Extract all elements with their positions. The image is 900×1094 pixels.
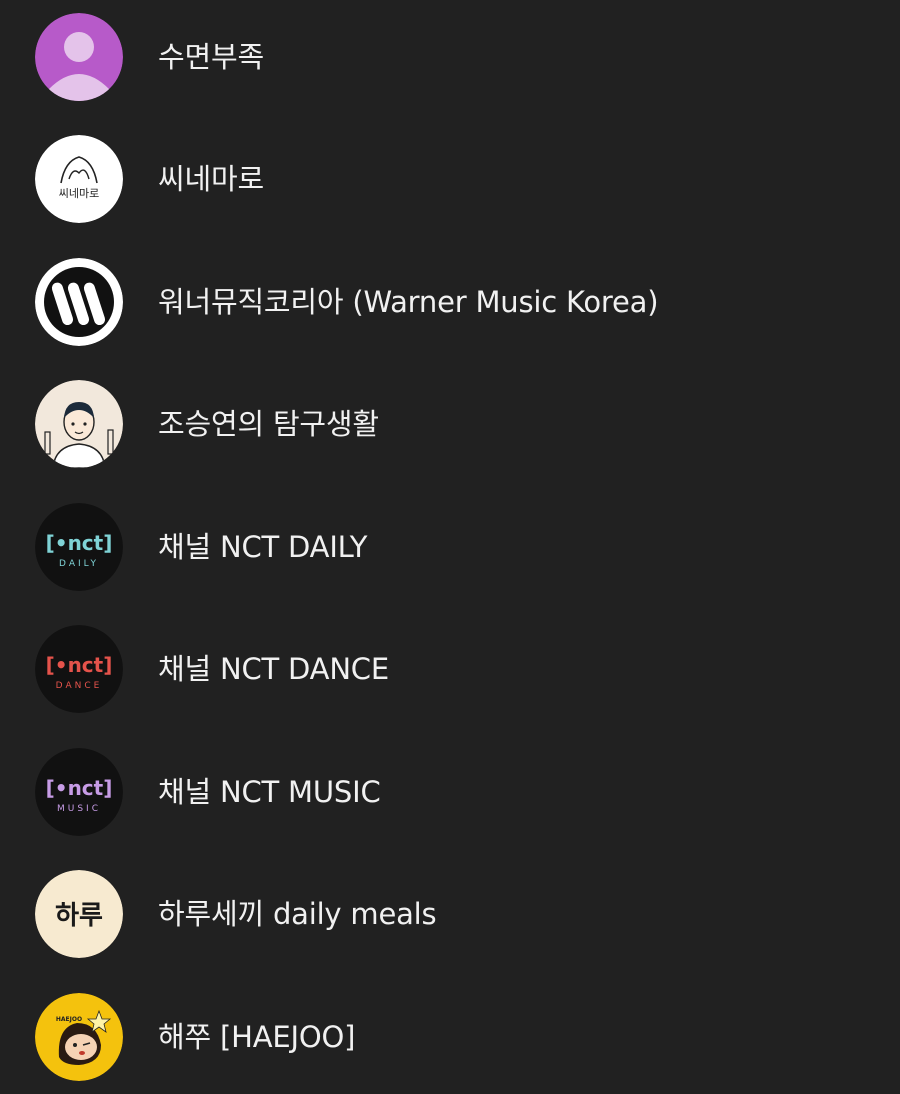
channel-name: 수면부족 <box>158 40 264 74</box>
channel-name: 하루세끼 daily meals <box>158 897 437 931</box>
channel-name: 채널 NCT DANCE <box>158 652 389 686</box>
channel-name: 워너뮤직코리아 (Warner Music Korea) <box>158 285 659 319</box>
nct-daily-logo: [•nct] DAILY <box>35 503 123 591</box>
channel-name: 해쭈 [HAEJOO] <box>158 1020 356 1054</box>
channel-name: 채널 NCT DAILY <box>158 530 368 564</box>
list-item[interactable]: 씨네마로 씨네마로 <box>0 118 900 240</box>
list-item[interactable]: [•nct] MUSIC 채널 NCT MUSIC <box>0 731 900 853</box>
list-item[interactable]: [•nct] DAILY 채널 NCT DAILY <box>0 486 900 608</box>
haejoo-character-avatar: HAEJOO <box>35 993 123 1081</box>
nct-logo-main: [•nct] <box>46 776 113 800</box>
nct-logo-sub: DANCE <box>56 681 103 691</box>
cinemaro-logo: 씨네마로 <box>35 135 123 223</box>
channel-name: 채널 NCT MUSIC <box>158 775 381 809</box>
default-profile-icon <box>35 13 123 101</box>
haejoo-logo-text: HAEJOO <box>56 1016 82 1023</box>
warner-music-logo <box>35 258 123 346</box>
nct-logo-sub: MUSIC <box>57 804 101 814</box>
harusekki-logo-text: 하루 <box>55 901 103 931</box>
channel-name: 씨네마로 <box>158 162 264 196</box>
nct-music-logo: [•nct] MUSIC <box>35 748 123 836</box>
subscription-list: 수면부족 씨네마로 씨네마로 워너뮤직코리아 (Warner Music Kor… <box>0 0 900 1094</box>
list-item[interactable]: 하루 하루세끼 daily meals <box>0 853 900 975</box>
nct-logo-main: [•nct] <box>46 653 113 677</box>
list-item[interactable]: [•nct] DANCE 채널 NCT DANCE <box>0 608 900 730</box>
harusekki-logo: 하루 <box>35 870 123 958</box>
list-item[interactable]: 워너뮤직코리아 (Warner Music Korea) <box>0 241 900 363</box>
cinemaro-logo-text: 씨네마로 <box>59 187 99 200</box>
nct-logo-sub: DAILY <box>59 559 99 569</box>
illustrated-person-avatar <box>35 380 123 468</box>
nct-logo-main: [•nct] <box>46 531 113 555</box>
list-item[interactable]: 조승연의 탐구생활 <box>0 363 900 485</box>
list-item[interactable]: 수면부족 <box>0 0 900 118</box>
nct-dance-logo: [•nct] DANCE <box>35 625 123 713</box>
channel-name: 조승연의 탐구생활 <box>158 407 379 441</box>
list-item[interactable]: HAEJOO 해쭈 [HAEJOO] <box>0 976 900 1094</box>
